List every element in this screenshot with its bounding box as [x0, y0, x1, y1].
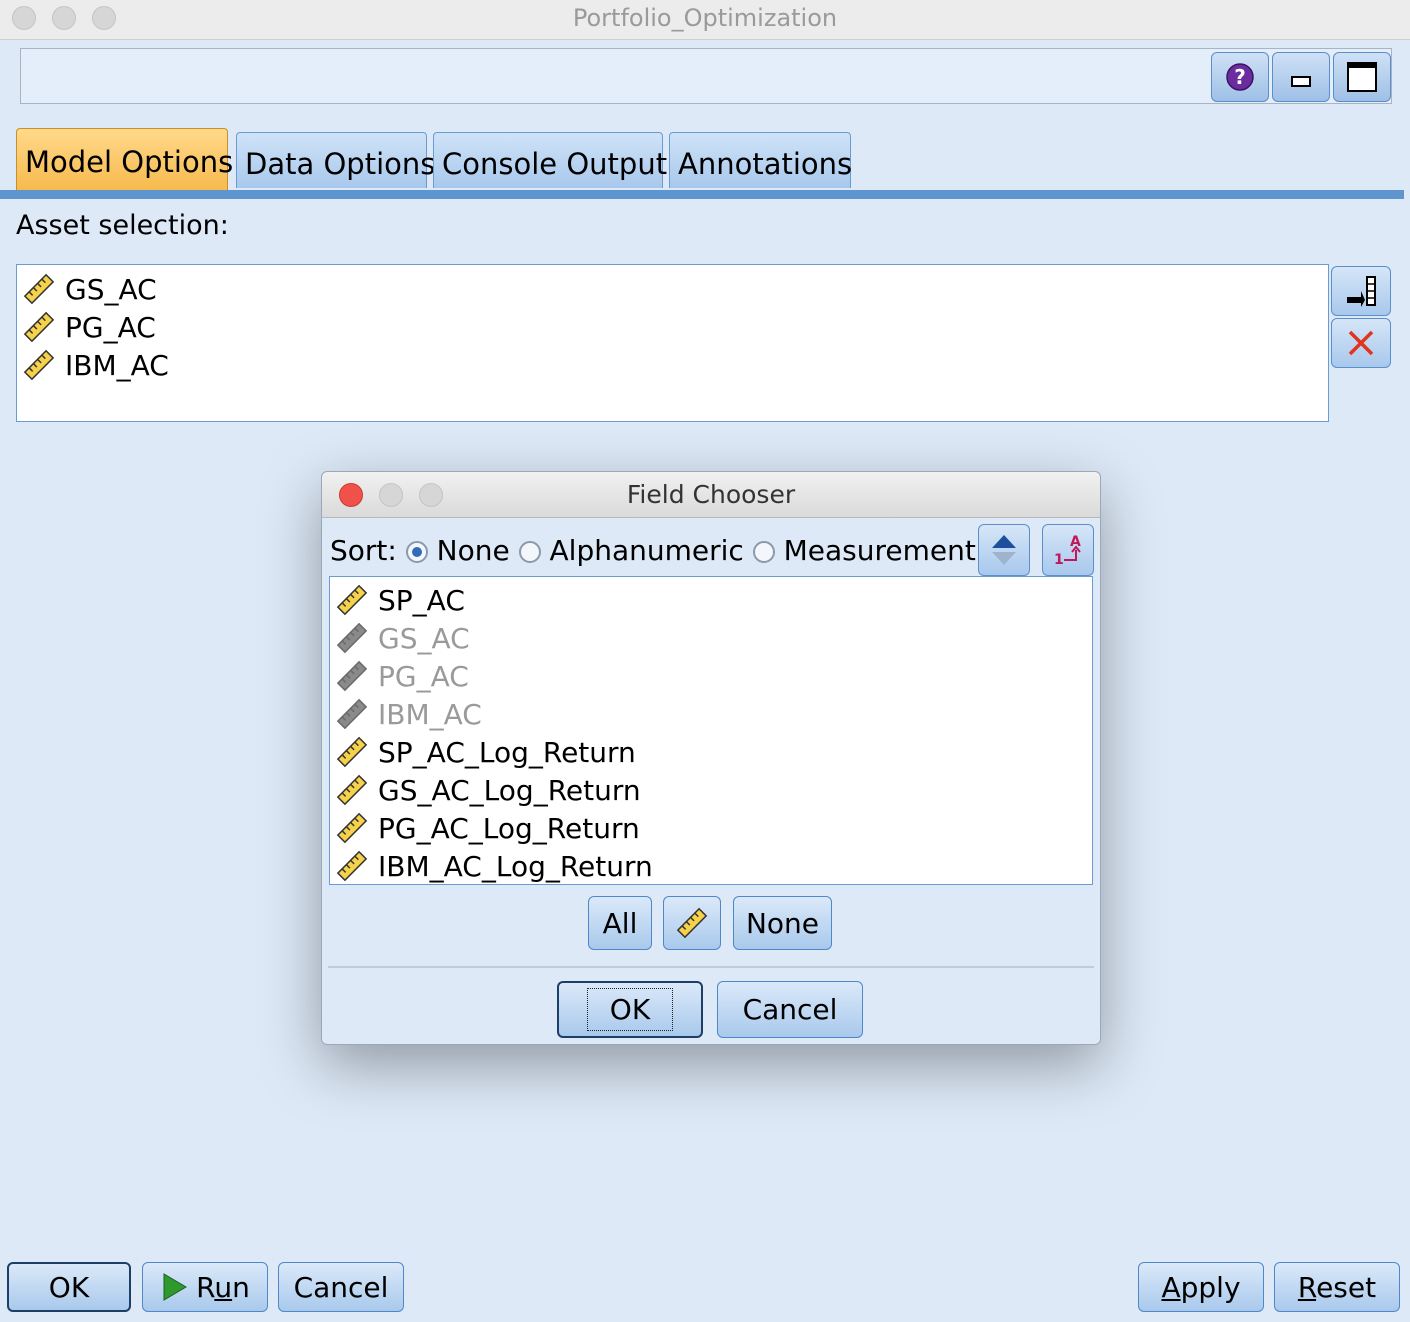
field-name: IBM_AC_Log_Return — [378, 849, 653, 883]
list-item[interactable]: SP_AC_Log_Return — [336, 733, 636, 771]
select-continuous-button[interactable] — [663, 896, 721, 950]
run-play-icon — [163, 1273, 188, 1301]
tab-console-output[interactable]: Console Output — [433, 132, 667, 188]
apply-label: Apply — [1161, 1270, 1241, 1304]
dialog-separator — [328, 966, 1094, 968]
continuous-ruler-icon — [336, 812, 368, 844]
minimize-panel-button[interactable] — [1272, 52, 1330, 102]
continuous-ruler-icon — [336, 584, 368, 616]
tab-underline — [0, 190, 1404, 199]
continuous-ruler-icon — [23, 349, 55, 381]
asset-selection-label: Asset selection: — [16, 210, 229, 241]
sort-az-icon: 1 A — [1054, 534, 1081, 568]
list-item[interactable]: PG_AC_Log_Return — [336, 809, 640, 847]
continuous-ruler-icon — [336, 774, 368, 806]
window-title: Portfolio_Optimization — [572, 4, 838, 32]
sort-alphanumeric-radio[interactable] — [518, 541, 541, 563]
field-name: SP_AC — [378, 583, 465, 617]
sort-alphanumeric-label[interactable]: Alphanumeric — [550, 534, 744, 567]
maximize-panel-button[interactable] — [1333, 52, 1391, 102]
asset-name: PG_AC — [65, 310, 156, 344]
field-name: PG_AC_Log_Return — [378, 811, 640, 845]
sort-direction-button[interactable] — [978, 524, 1030, 576]
list-item[interactable]: PG_AC — [23, 308, 156, 346]
field-picker-icon — [1347, 276, 1376, 307]
node-toolbar — [20, 48, 1392, 104]
list-item: PG_AC — [336, 657, 469, 695]
dialog-ok-label: OK — [586, 988, 674, 1031]
ok-button[interactable]: OK — [7, 1262, 131, 1312]
sort-direction-icon — [992, 535, 1016, 565]
run-label: Run — [196, 1270, 250, 1304]
select-all-button[interactable]: All — [588, 896, 652, 950]
delete-x-icon — [1348, 330, 1374, 356]
dialog-ok-button[interactable]: OK — [557, 981, 703, 1038]
continuous-ruler-icon — [336, 622, 368, 654]
list-item[interactable]: GS_AC — [23, 270, 157, 308]
sort-measurement-radio[interactable] — [752, 541, 775, 563]
continuous-ruler-icon — [336, 698, 368, 730]
maximize-icon — [1347, 62, 1377, 92]
asset-selection-list[interactable]: GS_AC PG_AC IBM_AC — [16, 264, 1329, 422]
remove-field-button[interactable] — [1331, 318, 1391, 368]
help-button[interactable]: ? — [1211, 52, 1269, 102]
list-item[interactable]: IBM_AC_Log_Return — [336, 847, 653, 885]
run-button[interactable]: Run — [142, 1262, 268, 1312]
asset-name: IBM_AC — [65, 348, 169, 382]
tab-data-options[interactable]: Data Options — [236, 132, 435, 188]
continuous-ruler-icon — [23, 311, 55, 343]
asset-name: GS_AC — [65, 272, 157, 306]
sort-row: Sort: None Alphanumeric Measurement — [330, 534, 976, 567]
sort-none-label[interactable]: None — [437, 534, 510, 567]
pick-fields-button[interactable] — [1331, 266, 1391, 316]
reset-button[interactable]: Reset — [1274, 1262, 1400, 1312]
svg-text:1: 1 — [1054, 552, 1064, 568]
field-name: GS_AC_Log_Return — [378, 773, 641, 807]
list-item[interactable]: GS_AC_Log_Return — [336, 771, 641, 809]
apply-button[interactable]: Apply — [1138, 1262, 1264, 1312]
field-name: PG_AC — [378, 659, 469, 693]
field-name: IBM_AC — [378, 697, 482, 731]
list-item: GS_AC — [336, 619, 470, 657]
tab-annotations[interactable]: Annotations — [669, 132, 852, 188]
sort-none-radio[interactable] — [405, 541, 428, 563]
cancel-button[interactable]: Cancel — [278, 1262, 404, 1312]
field-list[interactable]: SP_AC GS_AC PG_AC IBM_AC SP_AC_Log_Return GS_… — [329, 576, 1093, 885]
help-icon: ? — [1226, 63, 1254, 91]
reset-label: Reset — [1297, 1270, 1377, 1304]
sort-by-name-button[interactable]: 1 A — [1042, 524, 1094, 576]
select-none-button[interactable]: None — [733, 896, 832, 950]
minimize-icon — [1291, 76, 1311, 87]
continuous-ruler-icon — [23, 273, 55, 305]
continuous-ruler-icon — [336, 660, 368, 692]
tab-model-options[interactable]: Model Options — [16, 128, 233, 192]
window-titlebar: Portfolio_Optimization — [0, 0, 1410, 40]
continuous-ruler-icon — [336, 850, 368, 882]
field-name: SP_AC_Log_Return — [378, 735, 636, 769]
dialog-title: Field Chooser — [626, 480, 796, 509]
continuous-ruler-icon — [676, 907, 708, 939]
continuous-ruler-icon — [336, 736, 368, 768]
list-item[interactable]: IBM_AC — [23, 346, 169, 384]
sort-label: Sort: — [330, 534, 397, 567]
dialog-cancel-button[interactable]: Cancel — [717, 981, 863, 1038]
field-name: GS_AC — [378, 621, 470, 655]
sort-measurement-label[interactable]: Measurement — [784, 534, 976, 567]
list-item[interactable]: SP_AC — [336, 581, 465, 619]
dialog-titlebar: Field Chooser — [322, 472, 1100, 518]
field-chooser-dialog: Field Chooser Sort: None Alphanumeric Me… — [321, 471, 1101, 1045]
svg-text:?: ? — [1234, 65, 1246, 89]
list-item: IBM_AC — [336, 695, 482, 733]
